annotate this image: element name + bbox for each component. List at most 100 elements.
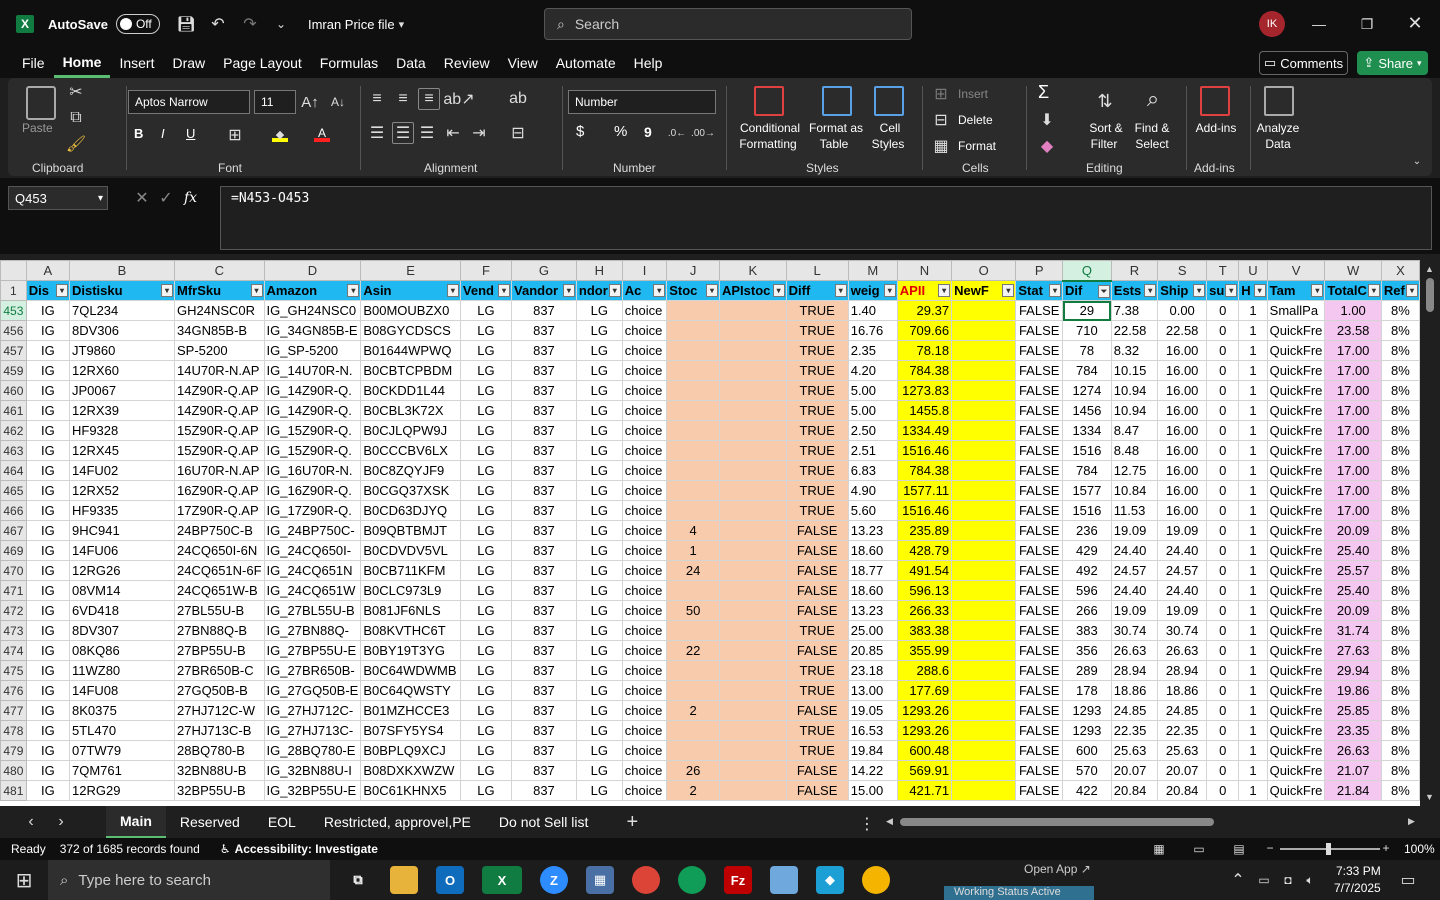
- table-cell[interactable]: 266: [1062, 600, 1112, 621]
- table-cell[interactable]: 17.00: [1324, 420, 1382, 441]
- table-cell[interactable]: B0BY19T3YG: [360, 640, 461, 661]
- close-icon[interactable]: ✕: [1404, 12, 1426, 34]
- table-cell[interactable]: [951, 560, 1017, 581]
- row-header[interactable]: 469: [0, 540, 27, 561]
- format-painter-icon[interactable]: 🖌︎: [66, 136, 86, 153]
- table-cell[interactable]: 18.86: [1157, 680, 1208, 701]
- table-cell[interactable]: 10.15: [1110, 360, 1159, 381]
- table-cell[interactable]: [718, 500, 787, 521]
- filter-dropdown-icon[interactable]: ▾: [562, 284, 575, 297]
- table-cell[interactable]: B0CLC973L9: [360, 580, 461, 601]
- italic-button[interactable]: I: [161, 126, 165, 142]
- table-cell[interactable]: IG_27BL55U-B: [263, 600, 362, 621]
- table-cell[interactable]: 1: [1238, 380, 1268, 401]
- table-cell[interactable]: IG: [25, 620, 71, 641]
- column-header-h[interactable]: H: [575, 260, 623, 281]
- table-cell[interactable]: 50: [666, 600, 720, 621]
- wifi-icon[interactable]: ◘: [1280, 872, 1296, 888]
- table-cell[interactable]: B08GYCDSCS: [360, 320, 461, 341]
- bold-button[interactable]: B: [134, 126, 143, 142]
- table-cell[interactable]: FALSE: [785, 600, 849, 621]
- table-cell[interactable]: FALSE: [1015, 720, 1064, 741]
- table-cell[interactable]: IG_27GQ50B-E: [263, 680, 362, 701]
- table-cell[interactable]: 1577.11: [896, 480, 953, 501]
- table-cell[interactable]: FALSE: [1015, 340, 1064, 361]
- table-cell[interactable]: 12RX60: [69, 360, 175, 381]
- table-cell[interactable]: TRUE: [785, 460, 849, 481]
- table-cell[interactable]: 16.00: [1157, 500, 1208, 521]
- table-cell[interactable]: 25.00: [847, 620, 898, 641]
- table-cell[interactable]: [951, 300, 1017, 321]
- table-cell[interactable]: 1.40: [847, 300, 898, 321]
- sheet-tab-restricted[interactable]: Restricted, approvel,PE: [310, 806, 485, 838]
- table-cell[interactable]: [666, 400, 720, 421]
- table-cell[interactable]: 20.07: [1110, 760, 1159, 781]
- table-cell[interactable]: FALSE: [785, 780, 849, 801]
- table-cell[interactable]: 10.84: [1110, 480, 1159, 501]
- filter-dropdown-icon[interactable]: ▾: [1193, 284, 1206, 297]
- table-cell[interactable]: 12RG29: [69, 780, 175, 801]
- row-header[interactable]: 480: [0, 760, 27, 781]
- redo-icon[interactable]: ↷: [240, 14, 260, 34]
- orientation-icon[interactable]: ab↗: [443, 90, 474, 108]
- table-cell[interactable]: 1293.26: [896, 700, 953, 721]
- table-cell[interactable]: 22.35: [1157, 720, 1208, 741]
- table-cell[interactable]: [666, 380, 720, 401]
- table-cell[interactable]: FALSE: [785, 640, 849, 661]
- table-cell[interactable]: FALSE: [1015, 620, 1064, 641]
- table-cell[interactable]: 1: [1238, 580, 1268, 601]
- table-cell[interactable]: B01MZHCCE3: [360, 700, 461, 721]
- table-cell[interactable]: [718, 480, 787, 501]
- table-header-cell[interactable]: weig ▾: [847, 280, 898, 301]
- customize-toolbar-icon[interactable]: ⌄: [274, 17, 288, 31]
- table-cell[interactable]: LG: [575, 340, 623, 361]
- insert-cells-button[interactable]: Insert: [958, 86, 988, 102]
- table-cell[interactable]: choice: [621, 500, 668, 521]
- table-cell[interactable]: FALSE: [785, 700, 849, 721]
- table-cell[interactable]: B0CGQ37XSK: [360, 480, 461, 501]
- column-header-w[interactable]: W: [1324, 260, 1382, 281]
- table-cell[interactable]: TRUE: [785, 360, 849, 381]
- table-cell[interactable]: IG_15Z90R-Q.: [263, 420, 362, 441]
- table-cell[interactable]: choice: [621, 360, 668, 381]
- table-cell[interactable]: 16.00: [1157, 420, 1208, 441]
- table-cell[interactable]: 784: [1062, 360, 1112, 381]
- table-cell[interactable]: 27HJ713C-B: [174, 720, 265, 741]
- table-header-cell[interactable]: ndor ▾: [575, 280, 623, 301]
- column-header-g[interactable]: G: [511, 260, 577, 281]
- table-cell[interactable]: [666, 360, 720, 381]
- table-header-cell[interactable]: APIstoc ▾: [718, 280, 787, 301]
- table-cell[interactable]: 26.63: [1157, 640, 1208, 661]
- table-cell[interactable]: IG: [25, 780, 71, 801]
- cancel-icon[interactable]: ✕: [134, 190, 150, 207]
- paste-button[interactable]: Paste: [22, 120, 53, 136]
- table-cell[interactable]: 18.60: [847, 580, 898, 601]
- table-cell[interactable]: FALSE: [1015, 500, 1064, 521]
- table-cell[interactable]: 1455.8: [896, 400, 953, 421]
- table-cell[interactable]: B0CKDD1L44: [360, 380, 461, 401]
- table-cell[interactable]: 784: [1062, 460, 1112, 481]
- table-cell[interactable]: LG: [575, 620, 623, 641]
- table-header-cell[interactable]: Diff ▾: [785, 280, 849, 301]
- table-cell[interactable]: 19.09: [1110, 600, 1159, 621]
- menu-page-layout[interactable]: Page Layout: [214, 48, 311, 78]
- table-cell[interactable]: LG: [459, 520, 513, 541]
- table-cell[interactable]: 837: [511, 780, 577, 801]
- table-cell[interactable]: 24CQ651W-B: [174, 580, 265, 601]
- menu-data[interactable]: Data: [387, 48, 435, 78]
- table-cell[interactable]: FALSE: [785, 760, 849, 781]
- autosave-toggle[interactable]: Off: [115, 14, 160, 34]
- table-cell[interactable]: 25.63: [1110, 740, 1159, 761]
- table-header-cell[interactable]: Tam ▾: [1266, 280, 1326, 301]
- table-cell[interactable]: LG: [459, 620, 513, 641]
- table-cell[interactable]: LG: [575, 460, 623, 481]
- table-cell[interactable]: 8%: [1380, 340, 1420, 361]
- table-cell[interactable]: QuickFre: [1266, 320, 1326, 341]
- table-cell[interactable]: 8%: [1380, 720, 1420, 741]
- table-cell[interactable]: FALSE: [1015, 660, 1064, 681]
- table-cell[interactable]: 24: [666, 560, 720, 581]
- table-cell[interactable]: 27BL55U-B: [174, 600, 265, 621]
- zoom-in-icon[interactable]: +: [1380, 840, 1392, 856]
- table-cell[interactable]: TRUE: [785, 680, 849, 701]
- table-cell[interactable]: 4.90: [847, 480, 898, 501]
